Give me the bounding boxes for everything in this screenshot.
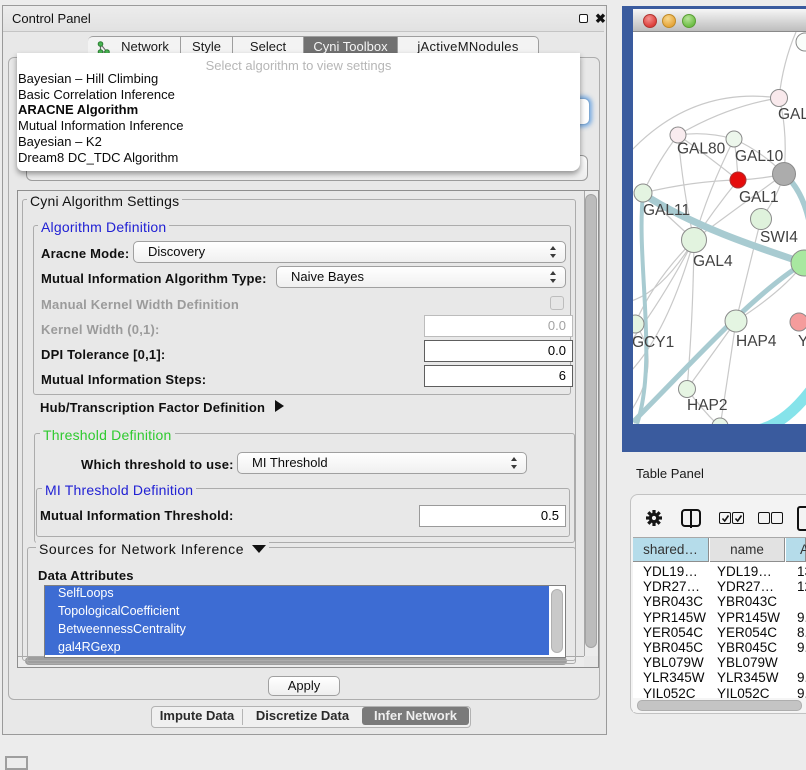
svg-text:GAL10: GAL10 — [735, 148, 784, 165]
svg-text:GAL2: GAL2 — [778, 106, 806, 123]
svg-text:GAL11: GAL11 — [643, 202, 690, 219]
svg-text:HAP4: HAP4 — [736, 333, 777, 350]
svg-text:GAL1: GAL1 — [739, 189, 779, 206]
svg-text:SWI4: SWI4 — [760, 229, 798, 246]
svg-text:YJR048W: YJR048W — [798, 333, 806, 350]
svg-text:GCY1: GCY1 — [633, 334, 674, 351]
svg-text:GAL4: GAL4 — [693, 253, 733, 270]
svg-text:HAP2: HAP2 — [687, 397, 728, 414]
svg-text:GAL80: GAL80 — [677, 141, 726, 158]
